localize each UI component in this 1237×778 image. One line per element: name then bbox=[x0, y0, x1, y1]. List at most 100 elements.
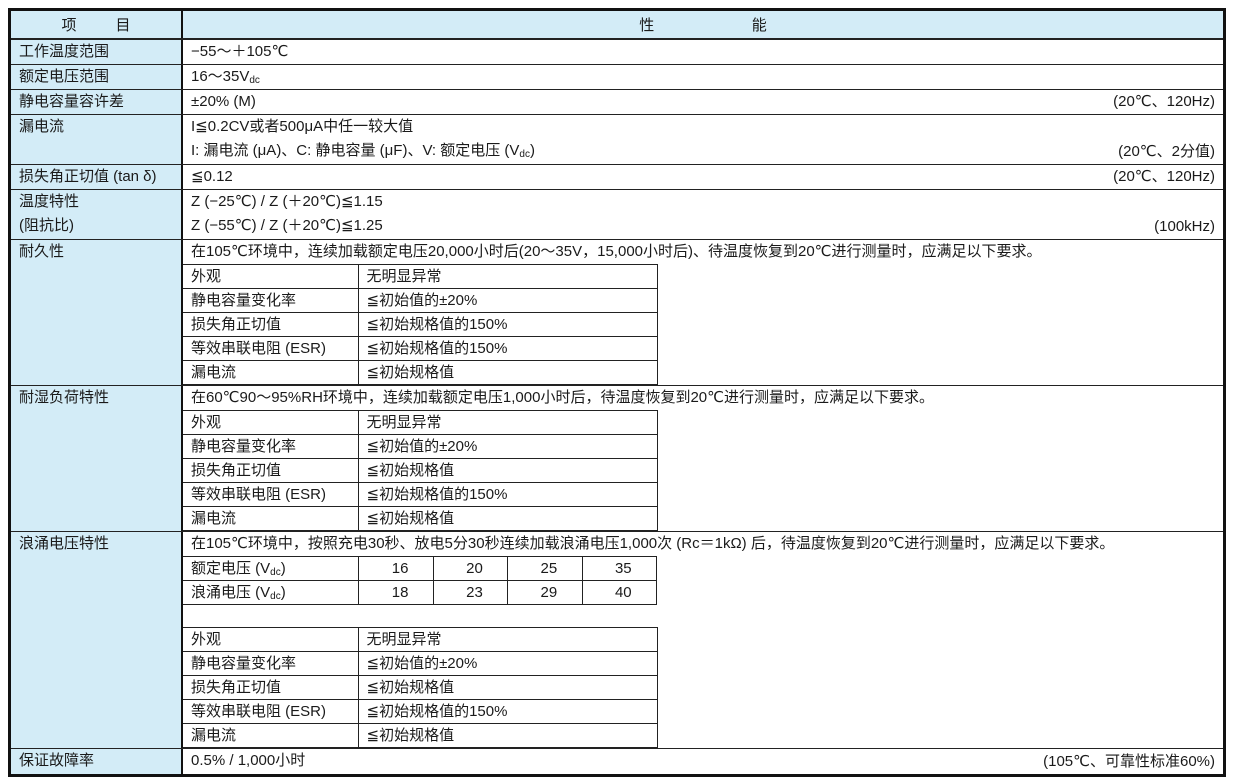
rated-voltage-value: 35 bbox=[582, 557, 656, 581]
row-value-line1: I≦0.2CV或者500μA中任一较大值 bbox=[183, 115, 1223, 139]
test-condition: (20℃、120Hz) bbox=[1113, 90, 1215, 114]
criteria-row: 损失角正切值 ≦初始规格值 bbox=[183, 676, 657, 700]
criteria-row: 静电容量变化率 ≦初始值的±20% bbox=[183, 289, 657, 313]
criteria-value: ≦初始规格值 bbox=[358, 507, 657, 531]
row-operating-temperature: 工作温度范围 −55〜＋105℃ bbox=[11, 39, 1223, 64]
criteria-item: 漏电流 bbox=[183, 361, 358, 385]
row-label: 静电容量容许差 bbox=[19, 90, 181, 114]
test-condition: (100kHz) bbox=[1154, 215, 1215, 239]
criteria-value: ≦初始规格值的150% bbox=[358, 700, 657, 724]
test-condition: (20℃、2分值) bbox=[1118, 140, 1215, 164]
criteria-value: ≦初始规格值 bbox=[358, 724, 657, 748]
criteria-row: 等效串联电阻 (ESR) ≦初始规格值的150% bbox=[183, 483, 657, 507]
criteria-value: ≦初始规格值的150% bbox=[358, 313, 657, 337]
surge-voltage-value: 18 bbox=[359, 581, 433, 605]
criteria-row: 外观 无明显异常 bbox=[183, 411, 657, 435]
criteria-item: 外观 bbox=[183, 628, 358, 652]
row-label: 损失角正切值 (tan δ) bbox=[19, 165, 181, 189]
criteria-value: 无明显异常 bbox=[358, 411, 657, 435]
rated-voltage-row: 额定电压 (Vdc) 16 20 25 35 bbox=[183, 557, 657, 581]
row-capacitance-tolerance: 静电容量容许差 ±20% (M) (20℃、120Hz) bbox=[11, 89, 1223, 114]
row-value-line2: Z (−55℃) / Z (＋20℃)≦1.25 bbox=[183, 214, 1223, 238]
criteria-value: ≦初始规格值 bbox=[358, 361, 657, 385]
surge-criteria-table: 外观 无明显异常 静电容量变化率 ≦初始值的±20% 损失角正切值 ≦初始规格值… bbox=[183, 627, 658, 748]
test-condition: (105℃、可靠性标准60%) bbox=[1043, 750, 1215, 774]
row-label: 工作温度范围 bbox=[19, 40, 181, 64]
criteria-row: 损失角正切值 ≦初始规格值 bbox=[183, 459, 657, 483]
row-label: 浪涌电压特性 bbox=[19, 532, 181, 556]
row-surge-voltage: 浪涌电压特性 在105℃环境中，按照充电30秒、放电5分30秒连续加载浪涌电压1… bbox=[11, 531, 1223, 748]
row-value: ±20% (M) bbox=[183, 90, 1223, 114]
humidity-criteria-table: 外观 无明显异常 静电容量变化率 ≦初始值的±20% 损失角正切值 ≦初始规格值… bbox=[183, 410, 658, 531]
criteria-value: ≦初始值的±20% bbox=[358, 289, 657, 313]
criteria-item: 静电容量变化率 bbox=[183, 435, 358, 459]
rated-voltage-value: 25 bbox=[508, 557, 582, 581]
endurance-criteria-table: 外观 无明显异常 静电容量变化率 ≦初始值的±20% 损失角正切值 ≦初始规格值… bbox=[183, 264, 658, 385]
criteria-row: 静电容量变化率 ≦初始值的±20% bbox=[183, 435, 657, 459]
criteria-item: 漏电流 bbox=[183, 724, 358, 748]
criteria-row: 等效串联电阻 (ESR) ≦初始规格值的150% bbox=[183, 337, 657, 361]
row-endurance: 耐久性 在105℃环境中，连续加载额定电压20,000小时后(20〜35V，15… bbox=[11, 239, 1223, 385]
criteria-value: 无明显异常 bbox=[358, 265, 657, 289]
row-humidity-load: 耐湿负荷特性 在60℃90〜95%RH环境中，连续加载额定电压1,000小时后，… bbox=[11, 385, 1223, 531]
row-value-line2: I: 漏电流 (μA)、C: 静电容量 (μF)、V: 额定电压 (Vdc) bbox=[183, 139, 1223, 163]
criteria-row: 损失角正切值 ≦初始规格值的150% bbox=[183, 313, 657, 337]
surge-voltage-table: 额定电压 (Vdc) 16 20 25 35 浪涌电压 (Vdc) 18 23 … bbox=[183, 556, 657, 605]
row-label: 耐久性 bbox=[19, 240, 181, 264]
criteria-value: ≦初始值的±20% bbox=[358, 652, 657, 676]
rated-voltage-value: 20 bbox=[433, 557, 507, 581]
criteria-item: 损失角正切值 bbox=[183, 676, 358, 700]
criteria-item: 漏电流 bbox=[183, 507, 358, 531]
rated-voltage-value: 16 bbox=[359, 557, 433, 581]
criteria-row: 漏电流 ≦初始规格值 bbox=[183, 507, 657, 531]
humidity-description: 在60℃90〜95%RH环境中，连续加载额定电压1,000小时后，待温度恢复到2… bbox=[183, 386, 1223, 410]
criteria-item: 静电容量变化率 bbox=[183, 652, 358, 676]
criteria-value: 无明显异常 bbox=[358, 628, 657, 652]
voltage-row-header: 浪涌电压 (Vdc) bbox=[183, 581, 359, 605]
criteria-item: 等效串联电阻 (ESR) bbox=[183, 337, 358, 361]
surge-voltage-value: 40 bbox=[582, 581, 656, 605]
header-performance-label: 性能 bbox=[639, 14, 864, 35]
criteria-row: 漏电流 ≦初始规格值 bbox=[183, 724, 657, 748]
surge-voltage-value: 29 bbox=[508, 581, 582, 605]
criteria-item: 损失角正切值 bbox=[183, 313, 358, 337]
row-value: 16〜35Vdc bbox=[183, 65, 1223, 89]
row-label-line1: 温度特性 bbox=[19, 190, 181, 214]
criteria-item: 等效串联电阻 (ESR) bbox=[183, 700, 358, 724]
criteria-row: 漏电流 ≦初始规格值 bbox=[183, 361, 657, 385]
surge-voltage-row: 浪涌电压 (Vdc) 18 23 29 40 bbox=[183, 581, 657, 605]
row-tan-delta: 损失角正切值 (tan δ) ≦0.12 (20℃、120Hz) bbox=[11, 164, 1223, 189]
criteria-row: 外观 无明显异常 bbox=[183, 265, 657, 289]
row-value: −55〜＋105℃ bbox=[183, 40, 1223, 64]
criteria-item: 外观 bbox=[183, 265, 358, 289]
row-label: 保证故障率 bbox=[19, 749, 181, 773]
row-temperature-characteristics: 温度特性 (阻抗比) Z (−25℃) / Z (＋20℃)≦1.15 Z (−… bbox=[11, 189, 1223, 239]
criteria-item: 等效串联电阻 (ESR) bbox=[183, 483, 358, 507]
header-item-label: 项目 bbox=[61, 14, 169, 35]
surge-voltage-value: 23 bbox=[433, 581, 507, 605]
criteria-value: ≦初始规格值的150% bbox=[358, 483, 657, 507]
test-condition: (20℃、120Hz) bbox=[1113, 165, 1215, 189]
spec-table: 项目 性能 工作温度范围 −55〜＋105℃ 额定电压范围 16〜35Vdc 静… bbox=[8, 8, 1226, 777]
row-failure-rate: 保证故障率 0.5% / 1,000小时 (105℃、可靠性标准60%) bbox=[11, 748, 1223, 774]
row-label-line2: (阻抗比) bbox=[19, 214, 181, 238]
header-item-cell: 项目 bbox=[11, 11, 183, 38]
row-value: ≦0.12 bbox=[183, 165, 1223, 189]
criteria-value: ≦初始规格值 bbox=[358, 676, 657, 700]
criteria-value: ≦初始规格值的150% bbox=[358, 337, 657, 361]
row-label: 漏电流 bbox=[19, 115, 181, 139]
row-leakage-current: 漏电流 I≦0.2CV或者500μA中任一较大值 I: 漏电流 (μA)、C: … bbox=[11, 114, 1223, 164]
criteria-row: 等效串联电阻 (ESR) ≦初始规格值的150% bbox=[183, 700, 657, 724]
criteria-row: 外观 无明显异常 bbox=[183, 628, 657, 652]
criteria-item: 损失角正切值 bbox=[183, 459, 358, 483]
criteria-value: ≦初始规格值 bbox=[358, 459, 657, 483]
criteria-row: 静电容量变化率 ≦初始值的±20% bbox=[183, 652, 657, 676]
table-header-row: 项目 性能 bbox=[11, 11, 1223, 39]
criteria-item: 外观 bbox=[183, 411, 358, 435]
criteria-item: 静电容量变化率 bbox=[183, 289, 358, 313]
row-label: 额定电压范围 bbox=[19, 65, 181, 89]
header-performance-cell: 性能 bbox=[183, 11, 1223, 38]
surge-description: 在105℃环境中，按照充电30秒、放电5分30秒连续加载浪涌电压1,000次 (… bbox=[183, 532, 1223, 556]
row-rated-voltage: 额定电压范围 16〜35Vdc bbox=[11, 64, 1223, 89]
spacer bbox=[183, 605, 1223, 627]
